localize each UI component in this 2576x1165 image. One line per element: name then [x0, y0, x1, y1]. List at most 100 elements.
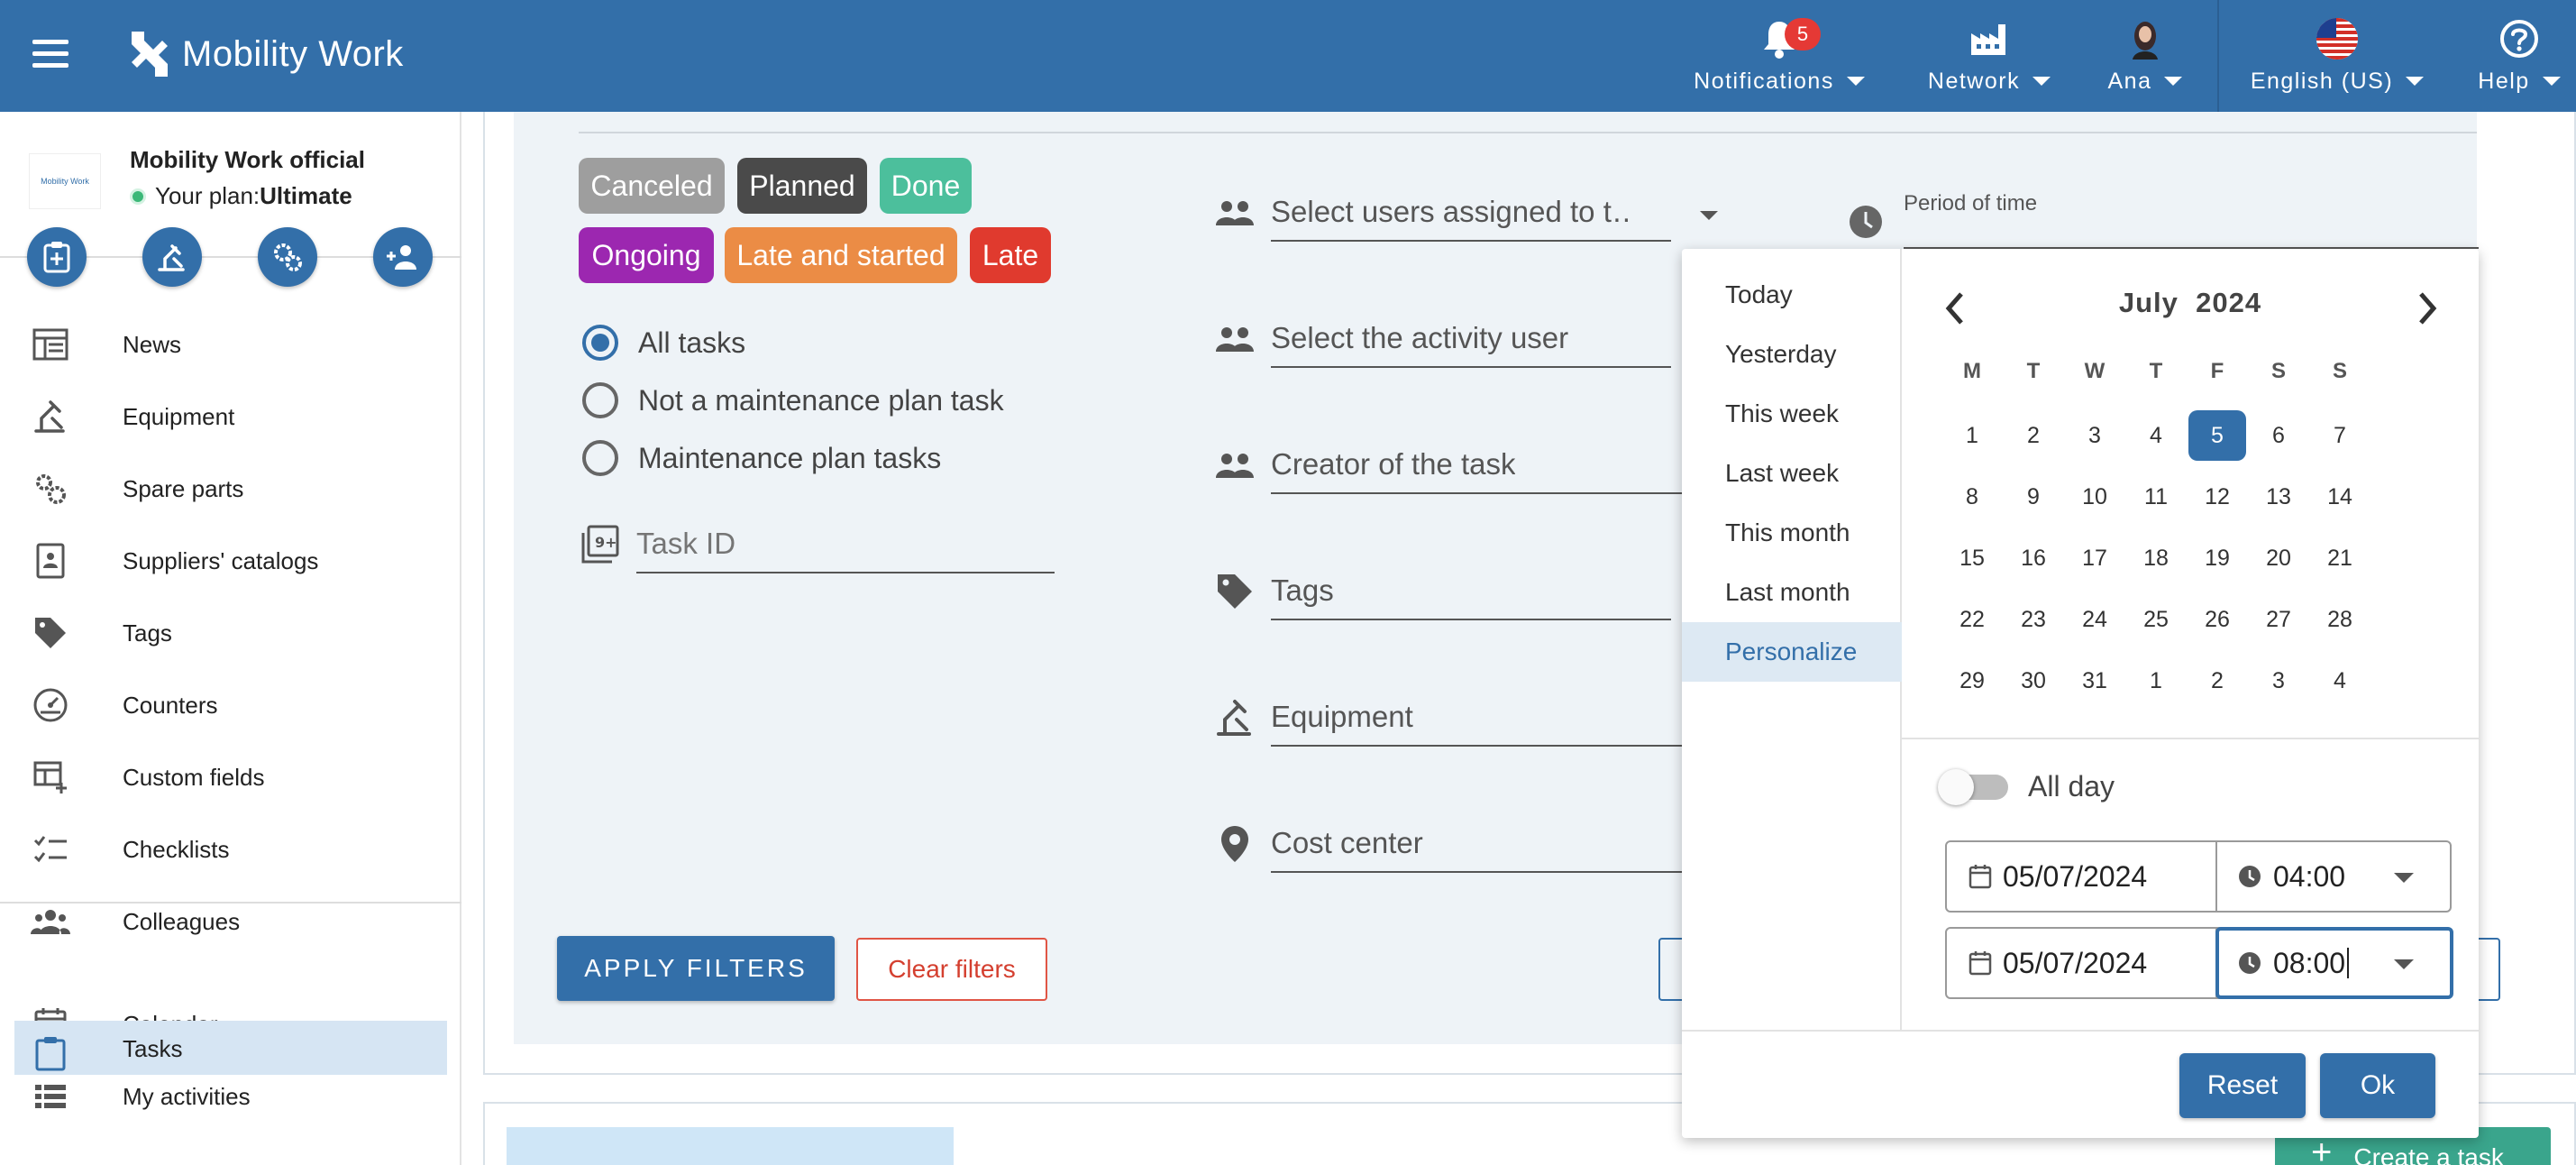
end-time-value: 08:00 — [2273, 946, 2346, 979]
calendar-day-next-month[interactable]: 3 — [2250, 656, 2307, 706]
calendar-day[interactable]: 27 — [2250, 594, 2307, 645]
start-time-select[interactable]: 04:00 — [2217, 842, 2450, 911]
help-menu[interactable]: Help — [2470, 0, 2569, 112]
sidebar-item-spare-parts[interactable]: Spare parts — [27, 462, 442, 516]
calendar-day[interactable]: 25 — [2127, 594, 2185, 645]
calendar-day[interactable]: 16 — [2005, 533, 2062, 583]
app-logo[interactable]: Mobility Work — [126, 27, 404, 81]
radio-button[interactable] — [582, 440, 618, 476]
calendar-day[interactable]: 2 — [2005, 410, 2062, 461]
end-time-select[interactable]: 08:00 — [2215, 927, 2453, 999]
calendar-day[interactable]: 7 — [2311, 410, 2369, 461]
text-cursor — [2347, 948, 2350, 978]
add-spare-part-button[interactable] — [258, 227, 317, 287]
sidebar-item-tags[interactable]: Tags — [27, 606, 442, 660]
sidebar-item-news[interactable]: News — [27, 317, 442, 372]
calendar-day[interactable]: 12 — [2188, 472, 2246, 522]
user-menu[interactable]: Ana — [2100, 0, 2190, 112]
sidebar-item-label: Suppliers' catalogs — [123, 546, 319, 574]
end-date-input[interactable]: 05/07/2024 — [1947, 929, 2217, 997]
calendar-day[interactable]: 31 — [2066, 656, 2124, 706]
calendar-day[interactable]: 15 — [1943, 533, 2001, 583]
reset-button[interactable]: Reset — [2179, 1053, 2306, 1118]
radio-label: Not a maintenance plan task — [638, 383, 1004, 417]
radio-maintenance-plan[interactable]: Maintenance plan tasks — [582, 436, 941, 481]
sidebar-item-suppliers-catalogs[interactable]: Suppliers' catalogs — [27, 534, 442, 588]
picker-footer-divider — [1682, 1030, 2479, 1032]
clipboard-plus-icon — [43, 242, 70, 273]
preset-yesterday[interactable]: Yesterday — [1682, 325, 1902, 384]
calendar-day[interactable]: 28 — [2311, 594, 2369, 645]
network-menu[interactable]: Network — [1920, 0, 2059, 112]
preset-today[interactable]: Today — [1682, 265, 1902, 325]
preset-this-month[interactable]: This month — [1682, 503, 1902, 563]
calendar-day[interactable]: 8 — [1943, 472, 2001, 522]
calendar-day[interactable]: 18 — [2127, 533, 2185, 583]
sidebar-item-custom-fields[interactable]: Custom fields — [27, 750, 442, 804]
sidebar-item-counters[interactable]: Counters — [27, 678, 442, 732]
chevron-right-icon — [2419, 292, 2437, 325]
add-colleague-button[interactable] — [373, 227, 433, 287]
calendar-day[interactable]: 24 — [2066, 594, 2124, 645]
calendar-day[interactable]: 19 — [2188, 533, 2246, 583]
apply-filters-button[interactable]: APPLY FILTERS — [557, 936, 835, 1001]
calendar-day[interactable]: 17 — [2066, 533, 2124, 583]
preset-last-week[interactable]: Last week — [1682, 444, 1902, 503]
calendar-day[interactable]: 14 — [2311, 472, 2369, 522]
ok-button[interactable]: Ok — [2320, 1053, 2435, 1118]
calendar-day-next-month[interactable]: 1 — [2127, 656, 2185, 706]
status-chip-late[interactable]: Late — [970, 227, 1051, 283]
calendar-day[interactable]: 10 — [2066, 472, 2124, 522]
calendar-day[interactable]: 6 — [2250, 410, 2307, 461]
toggle-switch[interactable] — [1938, 768, 2008, 805]
language-menu[interactable]: English (US) — [2244, 0, 2430, 112]
next-month-button[interactable] — [2414, 290, 2441, 326]
notifications-menu[interactable]: 5 Notifications — [1687, 0, 1871, 112]
calendar-day-next-month[interactable]: 2 — [2188, 656, 2246, 706]
calendar-day-selected[interactable]: 5 — [2188, 410, 2246, 461]
calendar-day[interactable]: 13 — [2250, 472, 2307, 522]
status-chip-ongoing[interactable]: Ongoing — [579, 227, 714, 283]
calendar-day[interactable]: 29 — [1943, 656, 2001, 706]
sidebar-item-my-activities[interactable]: My activities — [27, 1069, 442, 1124]
calendar-day[interactable]: 22 — [1943, 594, 2001, 645]
svg-text:9+: 9+ — [595, 534, 617, 551]
status-chip-canceled[interactable]: Canceled — [579, 158, 725, 214]
radio-button[interactable] — [582, 382, 618, 418]
all-day-toggle[interactable]: All day — [1938, 768, 2115, 805]
avatar — [2129, 17, 2161, 60]
status-chip-done[interactable]: Done — [880, 158, 972, 214]
sidebar-item-equipment[interactable]: Equipment — [27, 390, 442, 444]
calendar-year: 2024 — [2196, 287, 2262, 318]
radio-all-tasks[interactable]: All tasks — [582, 320, 745, 365]
clear-filters-button[interactable]: Clear filters — [856, 938, 1047, 1001]
preset-personalize[interactable]: Personalize — [1682, 622, 1902, 682]
calendar-day[interactable]: 26 — [2188, 594, 2246, 645]
menu-icon[interactable] — [32, 40, 69, 69]
sidebar-divider — [0, 902, 461, 904]
calendar-day[interactable]: 30 — [2005, 656, 2062, 706]
calendar-day[interactable]: 3 — [2066, 410, 2124, 461]
sidebar-item-tasks[interactable]: Tasks — [14, 1021, 447, 1075]
status-chip-planned[interactable]: Planned — [737, 158, 867, 214]
calendar-day[interactable]: 20 — [2250, 533, 2307, 583]
calendar-day[interactable]: 9 — [2005, 472, 2062, 522]
radio-button[interactable] — [582, 325, 618, 361]
calendar-day[interactable]: 23 — [2005, 594, 2062, 645]
preset-this-week[interactable]: This week — [1682, 384, 1902, 444]
calendar-day-next-month[interactable]: 4 — [2311, 656, 2369, 706]
equipment-value: Equipment — [1271, 700, 1413, 733]
sidebar-item-checklists[interactable]: Checklists — [27, 822, 442, 876]
start-date-input[interactable]: 05/07/2024 — [1947, 842, 2217, 911]
calendar-day[interactable]: 4 — [2127, 410, 2185, 461]
add-equipment-button[interactable] — [142, 227, 202, 287]
add-task-button[interactable] — [27, 227, 87, 287]
preset-last-month[interactable]: Last month — [1682, 563, 1902, 622]
radio-not-maintenance-plan[interactable]: Not a maintenance plan task — [582, 378, 1004, 423]
calendar-day[interactable]: 21 — [2311, 533, 2369, 583]
calendar-day[interactable]: 11 — [2127, 472, 2185, 522]
task-id-input[interactable] — [636, 527, 1051, 561]
calendar-day[interactable]: 1 — [1943, 410, 2001, 461]
status-chip-late-and-started[interactable]: Late and started — [725, 227, 957, 283]
tasks-view-tab[interactable] — [507, 1127, 954, 1165]
